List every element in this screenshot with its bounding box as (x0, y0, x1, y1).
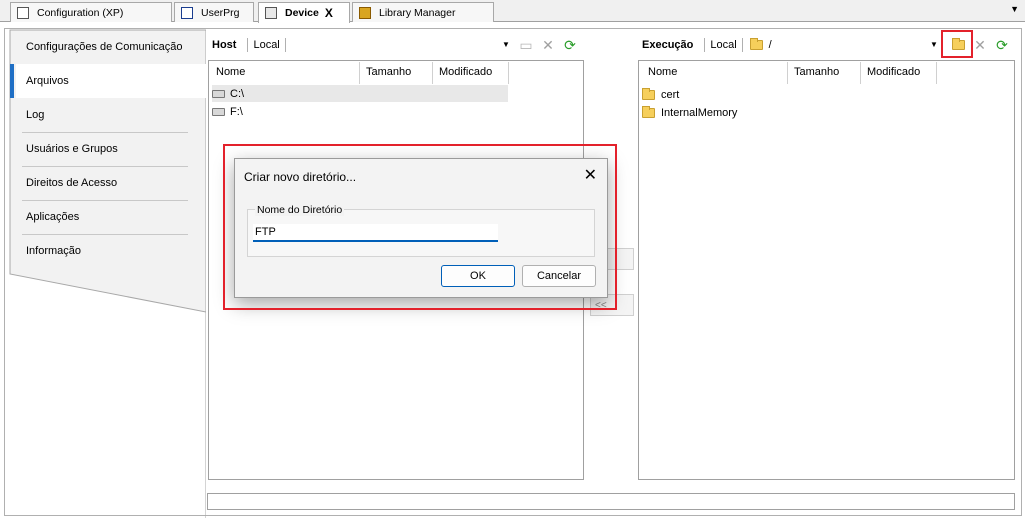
host-col-name[interactable]: Nome (216, 66, 245, 78)
tab-overflow-chevron-down-icon[interactable]: ▼ (1010, 4, 1019, 14)
library-books-icon (359, 6, 371, 19)
runtime-location-combo[interactable]: Local (710, 39, 736, 51)
tab-label: UserPrg (201, 6, 240, 19)
runtime-col-modified[interactable]: Modificado (867, 66, 920, 78)
host-col-modified[interactable]: Modificado (439, 66, 492, 78)
program-icon (181, 6, 193, 19)
drive-icon (212, 107, 225, 116)
tab-userprg[interactable]: UserPrg (174, 2, 254, 22)
nav-item-access-rights[interactable]: Direitos de Acesso (16, 166, 206, 200)
nav-item-files[interactable]: Arquivos (16, 64, 206, 98)
runtime-label: Execução (642, 39, 694, 51)
nav-item-label: Log (26, 109, 45, 121)
host-new-folder-icon[interactable]: ▭ (518, 37, 534, 53)
host-row[interactable]: C:\ (212, 85, 508, 102)
host-refresh-icon[interactable]: ⟳ (562, 37, 578, 53)
tab-label: Library Manager (379, 6, 456, 19)
tab-library-manager[interactable]: Library Manager (352, 2, 494, 22)
nav-item-information[interactable]: Informação (16, 234, 206, 268)
nav-item-communication[interactable]: Configurações de Comunicação (16, 30, 206, 64)
grid-document-icon (17, 6, 29, 19)
editor-tab-bar: Configuration (XP) UserPrg Device X Libr… (0, 0, 1025, 23)
tab-label: Device (285, 7, 319, 19)
runtime-row-name: InternalMemory (661, 106, 738, 119)
host-toolbar: Host Local (212, 34, 291, 56)
nav-item-label: Direitos de Acesso (26, 177, 118, 189)
runtime-col-size[interactable]: Tamanho (794, 66, 839, 78)
close-icon[interactable]: X (325, 6, 333, 20)
nav-item-label: Usuários e Grupos (26, 143, 118, 155)
host-label: Host (212, 39, 237, 51)
nav-item-applications[interactable]: Aplicações (16, 200, 206, 234)
device-icon (265, 7, 277, 19)
host-location-combo[interactable]: Local (253, 39, 279, 51)
runtime-row[interactable]: InternalMemory (642, 104, 932, 121)
new-folder-highlight-box (941, 30, 973, 58)
nav-item-label: Arquivos (26, 75, 69, 87)
runtime-toolbar: Execução Local / (642, 34, 772, 56)
runtime-delete-icon[interactable]: ✕ (972, 37, 988, 53)
host-delete-icon[interactable]: ✕ (540, 37, 556, 53)
path-folder-icon (749, 38, 763, 50)
nav-item-label: Configurações de Comunicação (26, 41, 183, 53)
host-row-name: F:\ (230, 105, 243, 118)
runtime-file-list[interactable] (638, 60, 1015, 480)
folder-icon (642, 105, 655, 118)
runtime-col-name[interactable]: Nome (648, 66, 677, 78)
runtime-refresh-icon[interactable]: ⟳ (994, 37, 1010, 53)
device-nav: Configurações de Comunicação Arquivos Lo… (6, 28, 206, 518)
runtime-row[interactable]: cert (642, 86, 932, 103)
host-row[interactable]: F:\ (212, 103, 508, 120)
runtime-location-dropdown-icon[interactable]: ▼ (930, 40, 938, 49)
tab-device[interactable]: Device X (258, 2, 350, 23)
dialog-highlight-box (223, 144, 617, 310)
status-bar (207, 493, 1015, 510)
host-col-size[interactable]: Tamanho (366, 66, 411, 78)
host-row-name: C:\ (230, 87, 245, 100)
nav-item-users-groups[interactable]: Usuários e Grupos (16, 132, 206, 166)
host-location-dropdown-icon[interactable]: ▼ (502, 40, 510, 49)
tab-configuration[interactable]: Configuration (XP) (10, 2, 172, 22)
nav-item-label: Aplicações (26, 211, 80, 223)
runtime-row-name: cert (661, 88, 680, 101)
drive-icon (212, 89, 225, 98)
runtime-path[interactable]: / (769, 39, 772, 51)
folder-icon (642, 87, 655, 100)
nav-item-log[interactable]: Log (16, 98, 206, 132)
nav-item-label: Informação (26, 245, 82, 257)
tab-label: Configuration (XP) (37, 6, 124, 19)
